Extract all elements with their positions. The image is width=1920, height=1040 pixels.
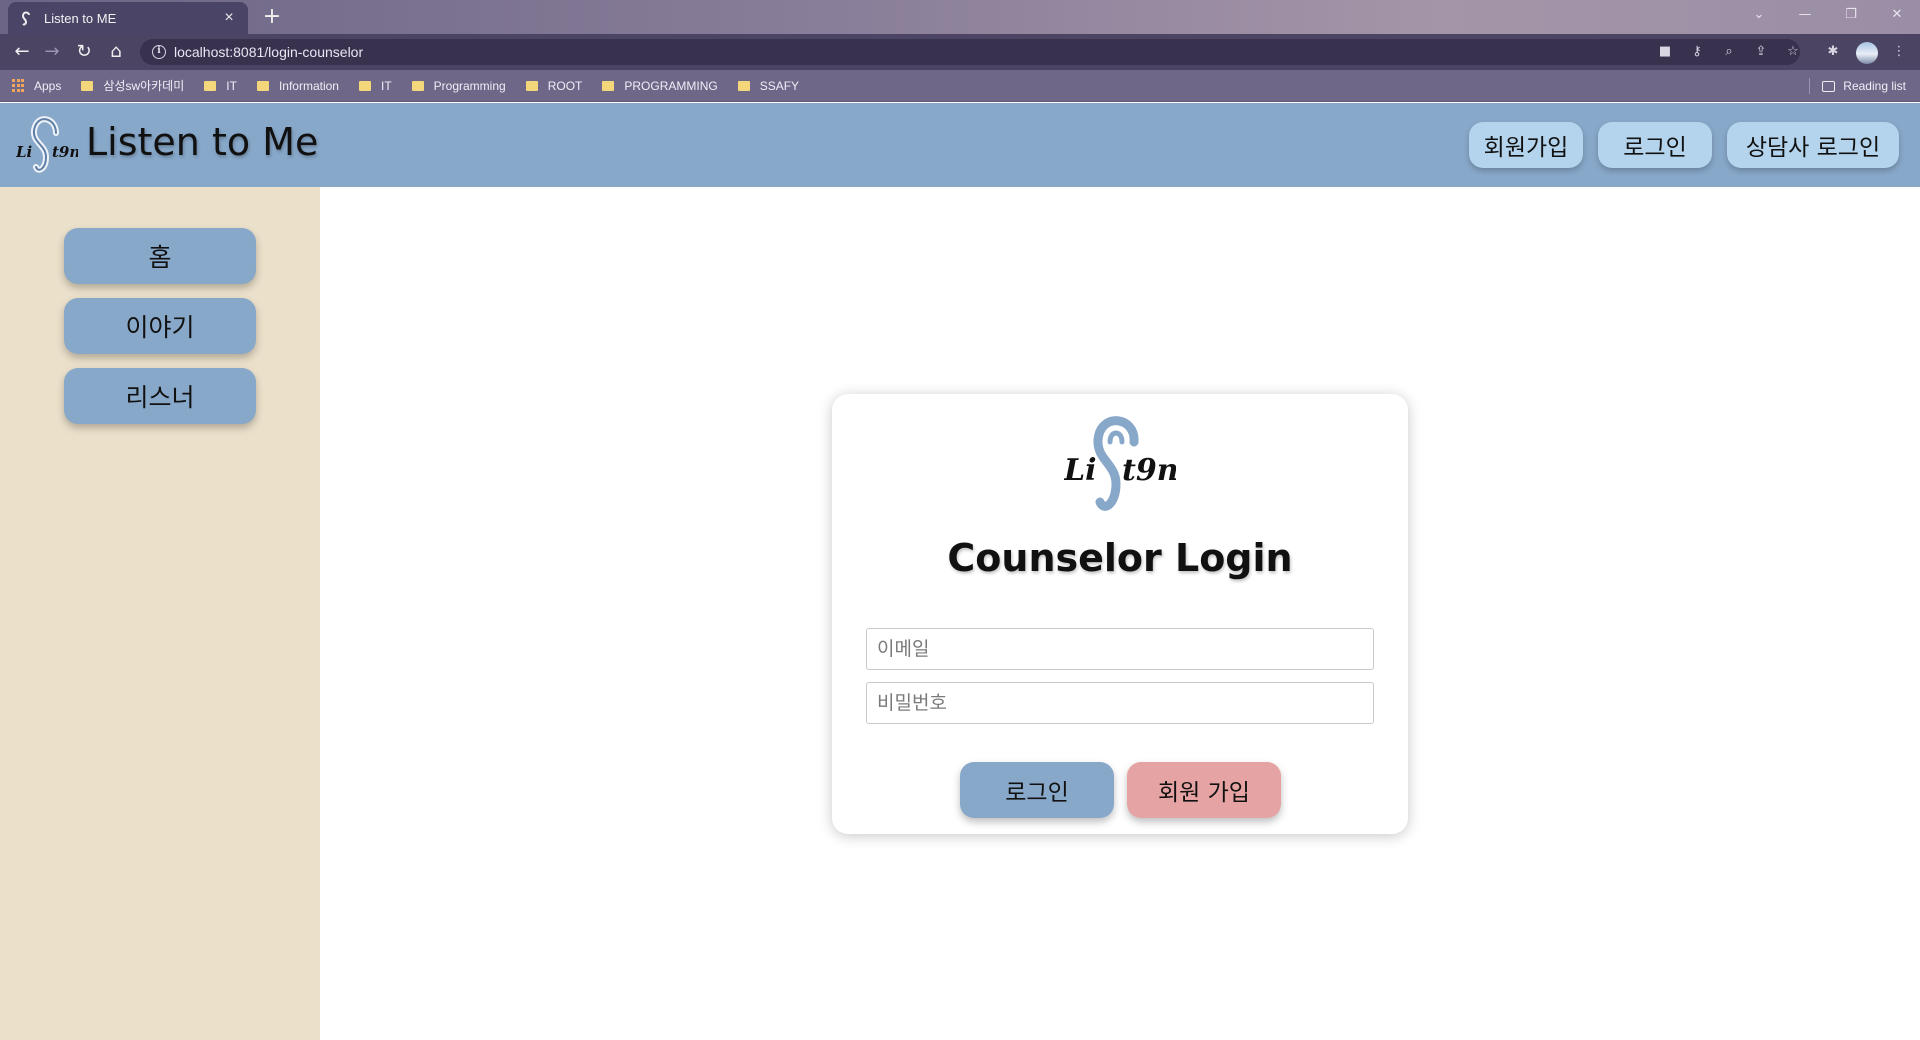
browser-tab[interactable]: Listen to ME × [8,2,248,34]
password-field[interactable] [866,682,1374,724]
tab-close-icon[interactable]: × [220,9,238,27]
bookmark-folder[interactable]: IT [358,78,392,93]
sidebar-item-home[interactable]: 홈 [64,228,256,284]
bookmark-label: 삼성sw아카데미 [103,79,185,93]
browser-toolbar: ← → ↻ ⌂ i localhost:8081/login-counselor… [0,34,1920,70]
folder-icon [411,80,424,91]
folder-icon [256,80,269,91]
bookmark-folder[interactable]: PROGRAMMING [602,78,718,93]
tab-title: Listen to ME [44,10,117,26]
new-tab-button[interactable]: + [258,4,286,30]
email-field[interactable] [866,628,1374,670]
site-info-icon[interactable]: i [152,45,166,59]
close-window-icon[interactable]: ✕ [1875,0,1919,30]
login-card: Li t9n Counselor Login 로그인 회원 가입 [832,394,1408,834]
bookmark-folder[interactable]: Programming [411,78,506,93]
forward-arrow-icon[interactable]: → [40,40,64,64]
bookmarks-divider [1809,78,1810,94]
bookmark-apps[interactable]: Apps [12,78,62,93]
bookmark-label: Programming [433,78,506,93]
folder-icon [204,80,217,91]
sidebar-item-listeners[interactable]: 리스너 [64,368,256,424]
reading-list-icon [1822,80,1836,92]
folder-icon [81,80,94,91]
browser-tabstrip: Listen to ME × + ⌄ — ❐ ✕ [0,0,1920,34]
svg-text:t9n: t9n [52,143,78,161]
extensions-icon[interactable]: ✱ [1824,43,1842,61]
submit-login-button[interactable]: 로그인 [960,762,1114,818]
key-icon[interactable]: ⚷ [1688,43,1706,61]
bookmark-label: ROOT [547,78,583,93]
counselor-login-button[interactable]: 상담사 로그인 [1727,122,1899,168]
bookmarks-bar: Apps 삼성sw아카데미 IT Information IT Programm… [0,70,1920,102]
url-text: localhost:8081/login-counselor [174,44,364,60]
bookmark-folder[interactable]: 삼성sw아카데미 [81,77,184,94]
folder-icon [602,80,615,91]
bookmark-folder[interactable]: IT [204,79,237,93]
minimize-icon[interactable]: — [1783,0,1827,30]
svg-text:t9n: t9n [1122,453,1176,488]
listen-ear-logo-icon: Li t9n [1064,416,1176,511]
register-button[interactable]: 회원 가입 [1127,762,1281,818]
camera-icon[interactable]: ■ [1656,43,1674,61]
address-bar[interactable]: i localhost:8081/login-counselor [140,39,1800,65]
share-icon[interactable]: ⇪ [1752,43,1770,61]
signup-button[interactable]: 회원가입 [1469,122,1583,168]
app-header: Li t9n Listen to Me 회원가입 로그인 상담사 로그인 [0,103,1920,187]
folder-icon [358,80,371,91]
bookmark-label: SSAFY [759,78,800,93]
listen-ear-logo-icon[interactable]: Li t9n [16,111,78,177]
svg-text:Li: Li [1064,453,1097,488]
bookmark-star-icon[interactable]: ☆ [1784,43,1802,61]
zoom-icon[interactable]: ⌕ [1720,43,1738,61]
folder-icon [737,80,750,91]
bookmark-folder[interactable]: SSAFY [737,78,800,93]
reading-list-label: Reading list [1843,79,1906,93]
menu-dots-icon[interactable]: ⋮ [1890,43,1908,61]
bookmark-label: Information [278,78,339,93]
reload-icon[interactable]: ↻ [72,40,96,64]
brand-title[interactable]: Listen to Me [86,120,318,164]
apps-grid-icon [12,78,26,93]
folder-icon [525,80,538,91]
login-title: Counselor Login [947,536,1293,580]
restore-icon[interactable]: ❐ [1829,0,1873,30]
reading-list-button[interactable]: Reading list [1822,70,1906,102]
bookmark-folder[interactable]: Information [256,78,339,93]
sidebar: 홈 이야기 리스너 [0,187,320,1040]
bookmark-label: PROGRAMMING [624,78,718,93]
bookmark-label: IT [226,78,237,93]
login-button[interactable]: 로그인 [1598,122,1712,168]
ear-favicon-icon [18,10,34,26]
tab-search-icon[interactable]: ⌄ [1737,0,1781,30]
bookmark-label: Apps [34,78,62,93]
home-icon[interactable]: ⌂ [104,40,128,64]
profile-avatar[interactable] [1856,42,1878,64]
back-arrow-icon[interactable]: ← [10,40,34,64]
svg-text:Li: Li [16,143,33,161]
bookmark-label: IT [380,78,392,93]
sidebar-item-stories[interactable]: 이야기 [64,298,256,354]
bookmark-folder[interactable]: ROOT [525,78,583,93]
